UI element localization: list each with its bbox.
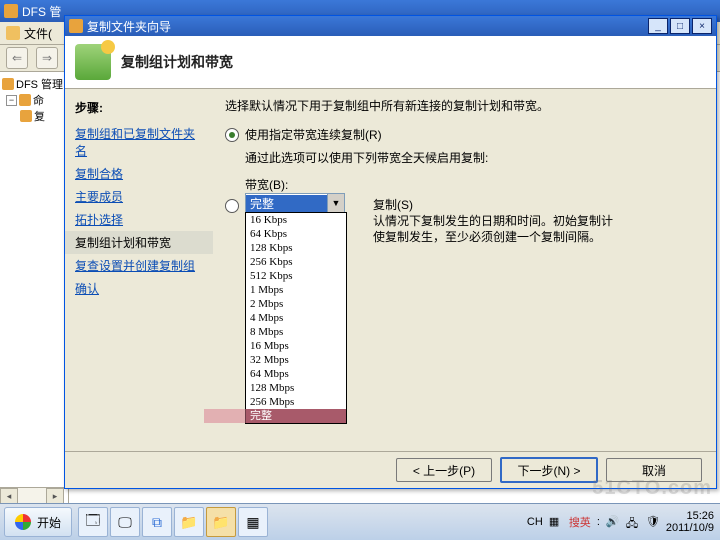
wizard-header: 复制组计划和带宽	[65, 36, 716, 89]
nav-step-4[interactable]: 复制组计划和带宽	[65, 231, 213, 254]
bandwidth-combo[interactable]: 完整 ▼ 16 Kbps64 Kbps128 Kbps256 Kbps512 K…	[245, 193, 345, 213]
tree-root[interactable]: DFS 管理	[2, 76, 66, 92]
tree-collapse-icon[interactable]: −	[6, 95, 17, 106]
tree-node-2[interactable]: 复	[2, 108, 66, 124]
tray-icon[interactable]: 🖧	[626, 515, 640, 529]
bandwidth-option[interactable]: 128 Mbps	[246, 381, 346, 395]
menu-file[interactable]: 文件(	[24, 25, 52, 42]
tree-pane[interactable]: DFS 管理 − 命 复	[0, 72, 69, 506]
next-button[interactable]: 下一步(N) >	[500, 457, 598, 483]
app-icon	[4, 4, 18, 18]
radio1-subtext: 通过此选项可以使用下列带宽全天候启用复制:	[245, 149, 704, 166]
bandwidth-dropdown[interactable]: 16 Kbps64 Kbps128 Kbps256 Kbps512 Kbps1 …	[245, 212, 347, 424]
nav-step-6[interactable]: 确认	[65, 277, 213, 300]
ql-app[interactable]: ▦	[238, 507, 268, 537]
bandwidth-label: 带宽(B):	[245, 176, 704, 193]
wizard-title: 复制文件夹向导	[87, 18, 171, 35]
bandwidth-option[interactable]: 256 Kbps	[246, 255, 346, 269]
watermark: 51CTO.com	[592, 477, 712, 500]
nav-step-1[interactable]: 复制合格	[65, 162, 213, 185]
radio-icon[interactable]	[225, 128, 239, 142]
quick-launch: 🗔 🖵 ⧉ 📁 📁 ▦	[78, 507, 268, 537]
nav-fwd-icon[interactable]: ⇒	[36, 47, 58, 69]
radio2-text: 复制(S) 认情况下复制发生的日期和时间。初始复制计 使复制发生，至少必须创建一…	[373, 197, 613, 245]
ql-explorer[interactable]: 🗔	[78, 507, 108, 537]
wizard-nav: 步骤: 复制组和已复制文件夹名复制合格主要成员拓扑选择复制组计划和带宽复查设置并…	[65, 89, 213, 451]
folder-icon	[19, 94, 31, 106]
folder-icon	[20, 110, 32, 122]
ime-indicator[interactable]: CH	[527, 516, 543, 528]
bandwidth-option[interactable]: 完整	[246, 409, 346, 423]
bandwidth-option[interactable]: 16 Kbps	[246, 213, 346, 227]
tray-icon[interactable]: 🔊	[606, 515, 620, 529]
ql-desktop[interactable]: 🖵	[110, 507, 140, 537]
bandwidth-option[interactable]: 2 Mbps	[246, 297, 346, 311]
ql-folder1[interactable]: 📁	[174, 507, 204, 537]
nav-step-0[interactable]: 复制组和已复制文件夹名	[65, 122, 213, 162]
nav-back-icon[interactable]: ⇐	[6, 47, 28, 69]
bandwidth-option[interactable]: 16 Mbps	[246, 339, 346, 353]
taskbar[interactable]: 开始 🗔 🖵 ⧉ 📁 📁 ▦ CH ▦ 搜英 : 🔊 🖧 🛡 15:26 201…	[0, 503, 720, 540]
nav-step-5[interactable]: 复查设置并创建复制组	[65, 254, 213, 277]
tray-icon[interactable]: 🛡	[646, 515, 660, 529]
bandwidth-option[interactable]: 64 Mbps	[246, 367, 346, 381]
content-description: 选择默认情况下用于复制组中所有新连接的复制计划和带宽。	[225, 97, 704, 114]
prev-button[interactable]: < 上一步(P)	[396, 458, 492, 482]
ime-text[interactable]: 搜英	[569, 514, 591, 530]
maximize-button[interactable]: □	[670, 18, 690, 34]
bandwidth-option[interactable]: 64 Kbps	[246, 227, 346, 241]
bandwidth-option[interactable]: 4 Mbps	[246, 311, 346, 325]
nav-step-3[interactable]: 拓扑选择	[65, 208, 213, 231]
tree-node-1[interactable]: − 命	[2, 92, 66, 108]
ql-folder2[interactable]: 📁	[206, 507, 236, 537]
minimize-button[interactable]: _	[648, 18, 668, 34]
bandwidth-option[interactable]: 32 Mbps	[246, 353, 346, 367]
wizard-content: 选择默认情况下用于复制组中所有新连接的复制计划和带宽。 使用指定带宽连续复制(R…	[213, 89, 716, 451]
scroll-right-icon[interactable]: ▸	[46, 488, 64, 504]
wizard-icon	[69, 19, 83, 33]
clock[interactable]: 15:26 2011/10/9	[666, 510, 714, 534]
menu-icon	[6, 26, 20, 40]
radio-icon[interactable]	[225, 199, 239, 213]
bandwidth-option[interactable]: 128 Kbps	[246, 241, 346, 255]
bandwidth-option[interactable]: 256 Mbps	[246, 395, 346, 409]
ql-powershell[interactable]: ⧉	[142, 507, 172, 537]
nav-header: 步骤:	[65, 97, 213, 118]
bandwidth-option[interactable]: 512 Kbps	[246, 269, 346, 283]
tray-icon[interactable]: ▦	[549, 515, 563, 529]
wizard-window: 复制文件夹向导 _ □ × 复制组计划和带宽 步骤: 复制组和已复制文件夹名复制…	[64, 15, 717, 489]
bg-title: DFS 管	[22, 3, 61, 20]
windows-logo-icon	[15, 514, 31, 530]
bandwidth-option[interactable]: 1 Mbps	[246, 283, 346, 297]
system-tray[interactable]: CH ▦ 搜英 : 🔊 🖧 🛡 15:26 2011/10/9	[521, 510, 720, 534]
radio-continuous[interactable]: 使用指定带宽连续复制(R)	[225, 126, 704, 143]
radio-scheduled[interactable]	[225, 199, 239, 213]
scroll-left-icon[interactable]: ◂	[0, 488, 18, 504]
close-button[interactable]: ×	[692, 18, 712, 34]
folder-icon	[2, 78, 14, 90]
bandwidth-option[interactable]: 8 Mbps	[246, 325, 346, 339]
chevron-down-icon[interactable]: ▼	[327, 194, 344, 212]
combo-selected[interactable]: 完整	[246, 195, 327, 212]
nav-step-2[interactable]: 主要成员	[65, 185, 213, 208]
wizard-heading: 复制组计划和带宽	[121, 52, 233, 72]
wizard-header-icon	[75, 44, 111, 80]
tree-scrollbar[interactable]: ◂ ▸	[0, 487, 64, 504]
wizard-titlebar[interactable]: 复制文件夹向导 _ □ ×	[65, 16, 716, 36]
start-button[interactable]: 开始	[4, 507, 72, 537]
